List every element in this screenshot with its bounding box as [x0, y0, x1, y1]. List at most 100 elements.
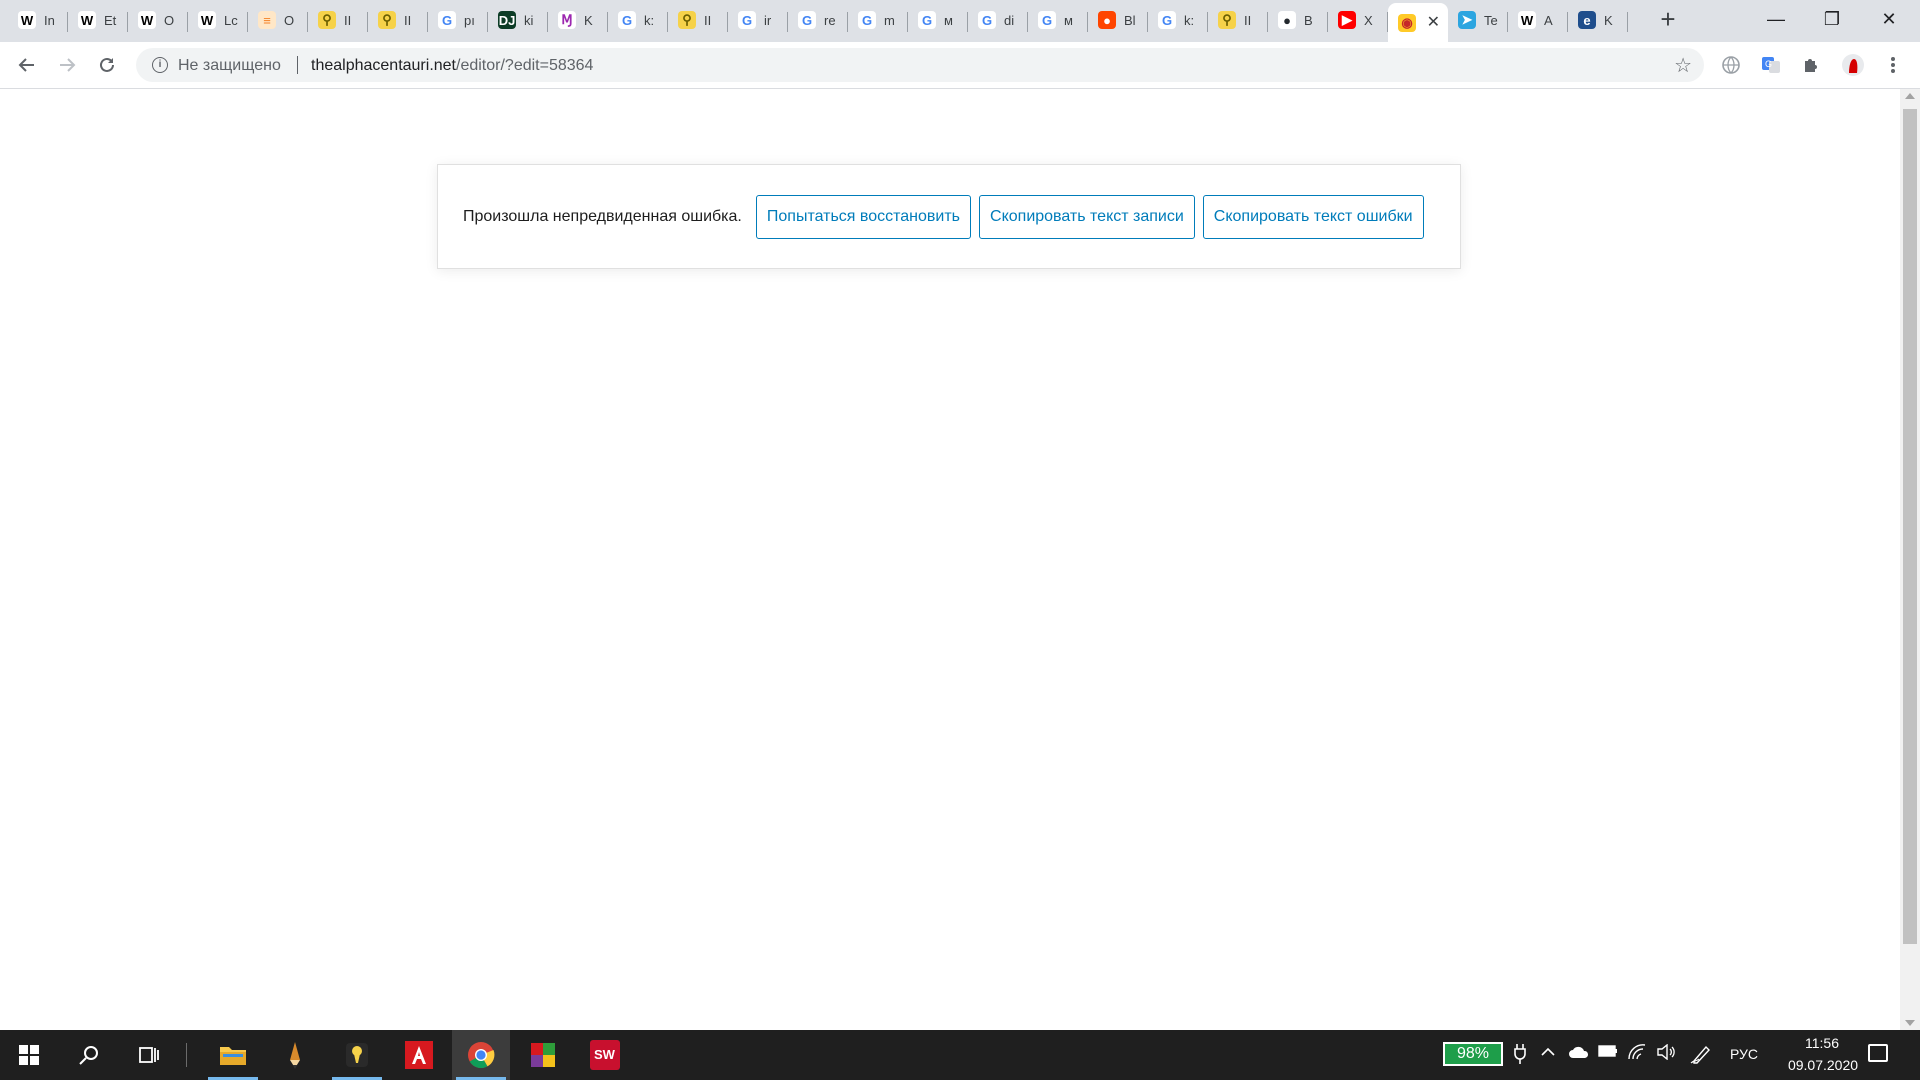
profile-avatar[interactable] [1840, 52, 1866, 78]
acrobat-icon[interactable] [390, 1030, 448, 1080]
security-status[interactable]: Не защищено [178, 57, 281, 75]
reddit-icon: ● [1098, 11, 1116, 29]
clock-date[interactable]: 09.07.2020 [1776, 1057, 1870, 1073]
browser-tab[interactable]: ⚲ II [668, 3, 728, 37]
browser-tab[interactable]: Gdi [968, 3, 1028, 37]
tab-title: K [584, 12, 593, 28]
tab-title: re [824, 12, 836, 28]
svg-text:SW: SW [594, 1047, 616, 1062]
keyhole-icon: ⚲ [378, 11, 396, 29]
google-icon: G [738, 11, 756, 29]
tab-title: ki [524, 12, 534, 28]
menu-kebab-icon[interactable] [1880, 52, 1906, 78]
keyhole-app-icon[interactable] [328, 1030, 386, 1080]
wikipedia-icon: W [198, 11, 216, 29]
reload-button[interactable] [93, 51, 121, 79]
pen-ink-icon[interactable] [1690, 1044, 1712, 1069]
power-plug-icon[interactable] [1514, 1044, 1526, 1069]
bookmark-star-icon[interactable]: ☆ [1674, 53, 1692, 78]
django-icon: DJ [498, 11, 516, 29]
browser-tab[interactable]: ⚲ II [1208, 3, 1268, 37]
browser-tab[interactable]: ⱮK [548, 3, 608, 37]
wikipedia-icon: W [18, 11, 36, 29]
browser-tab[interactable]: ◉ ✕ [1388, 3, 1448, 42]
translate-extension-icon[interactable]: G [1758, 52, 1784, 78]
new-tab-button[interactable]: + [1654, 6, 1682, 34]
browser-tab[interactable]: Gk: [1148, 3, 1208, 37]
browser-tab[interactable]: ➤ Te [1448, 3, 1508, 37]
youtube-icon: ▶ [1338, 11, 1356, 29]
back-button[interactable] [13, 51, 41, 79]
notification-center-icon[interactable] [1868, 1044, 1888, 1062]
tab-strip: W In W Et W O W Lc ≡ O ⚲ II ⚲ II Gpı DJ ki Ɱ K Gk: ⚲ II Gir Gre… [0, 0, 1920, 42]
edge-icon: e [1578, 11, 1596, 29]
browser-tab[interactable]: ▶ X [1328, 3, 1388, 37]
browser-tab[interactable]: eK [1568, 3, 1628, 37]
address-bar[interactable]: i Не защищено thealphacentauri.net/edito… [136, 48, 1704, 82]
battery-indicator[interactable]: 98% [1443, 1042, 1503, 1066]
browser-tab[interactable]: Gk: [608, 3, 668, 37]
onedrive-cloud-icon[interactable] [1568, 1044, 1590, 1065]
browser-tab[interactable]: W Lc [188, 3, 248, 37]
browser-tab[interactable]: Gм [1028, 3, 1088, 37]
browser-tab[interactable]: Gm [848, 3, 908, 37]
browser-tab[interactable]: ⚲ II [308, 3, 368, 37]
minimize-button[interactable]: — [1749, 0, 1803, 38]
chevron-up-icon[interactable] [1540, 1044, 1556, 1065]
recover-button[interactable]: Попытаться восстановить [755, 194, 972, 239]
mu-icon: Ɱ [558, 11, 576, 29]
tab-title: k: [644, 12, 655, 28]
url-divider [297, 56, 298, 74]
taskbar-search-button[interactable] [60, 1030, 118, 1080]
svg-text:G: G [1765, 59, 1772, 69]
browser-tab[interactable]: ● Bl [1088, 3, 1148, 37]
tab-title: X [1364, 12, 1373, 28]
browser-tab[interactable]: Gм [908, 3, 968, 37]
copy-post-text-button[interactable]: Скопировать текст записи [979, 194, 1195, 239]
start-button[interactable] [0, 1030, 58, 1080]
google-icon: G [438, 11, 456, 29]
globe-extension-icon[interactable] [1718, 52, 1744, 78]
browser-tab[interactable]: DJ ki [488, 3, 548, 37]
tab-title: м [1064, 12, 1073, 28]
volume-icon[interactable] [1656, 1043, 1676, 1065]
stackoverflow-icon: ≡ [258, 11, 276, 29]
browser-tab[interactable]: WA [1508, 3, 1568, 37]
scrollbar-thumb[interactable] [1903, 109, 1917, 944]
browser-tab[interactable]: Gpı [428, 3, 488, 37]
input-language[interactable]: РУС [1730, 1046, 1758, 1062]
winrar-icon[interactable] [514, 1030, 572, 1080]
browser-tab[interactable]: Gre [788, 3, 848, 37]
task-view-icon [139, 1047, 159, 1063]
battery-tray-icon[interactable] [1598, 1044, 1618, 1063]
site-icon: ◉ [1398, 13, 1416, 32]
url-text[interactable]: thealphacentauri.net/editor/?edit=58364 [311, 57, 593, 75]
info-icon[interactable]: i [152, 57, 168, 73]
tab-title: II [344, 12, 352, 28]
solidworks-icon[interactable]: SW [576, 1030, 634, 1080]
copy-error-text-button[interactable]: Скопировать текст ошибки [1202, 194, 1424, 239]
forward-button[interactable] [53, 51, 81, 79]
chrome-icon[interactable] [452, 1030, 510, 1080]
extensions-puzzle-icon[interactable] [1798, 52, 1824, 78]
wifi-icon[interactable] [1628, 1044, 1646, 1065]
browser-tab[interactable]: W Et [68, 3, 128, 37]
browser-tab[interactable]: ⚲ II [368, 3, 428, 37]
arrow-right-icon [60, 58, 76, 72]
scroll-up-arrow-icon[interactable] [1905, 93, 1915, 99]
restore-button[interactable]: ❐ [1805, 0, 1859, 38]
pencil-app-icon[interactable] [266, 1030, 324, 1080]
tab-title: Bl [1124, 12, 1136, 28]
browser-tab[interactable]: WO [128, 3, 188, 37]
vertical-scrollbar[interactable] [1900, 89, 1920, 1030]
file-explorer-icon[interactable] [204, 1030, 262, 1080]
scroll-down-arrow-icon[interactable] [1905, 1020, 1915, 1026]
browser-tab[interactable]: Gir [728, 3, 788, 37]
browser-tab[interactable]: ≡ O [248, 3, 308, 37]
close-window-button[interactable]: ✕ [1862, 0, 1916, 38]
browser-tab[interactable]: ● B [1268, 3, 1328, 37]
close-tab-icon[interactable]: ✕ [1427, 12, 1440, 32]
browser-tab[interactable]: W In [8, 3, 68, 37]
clock-time[interactable]: 11:56 [1792, 1035, 1852, 1051]
task-view-button[interactable] [120, 1030, 178, 1080]
